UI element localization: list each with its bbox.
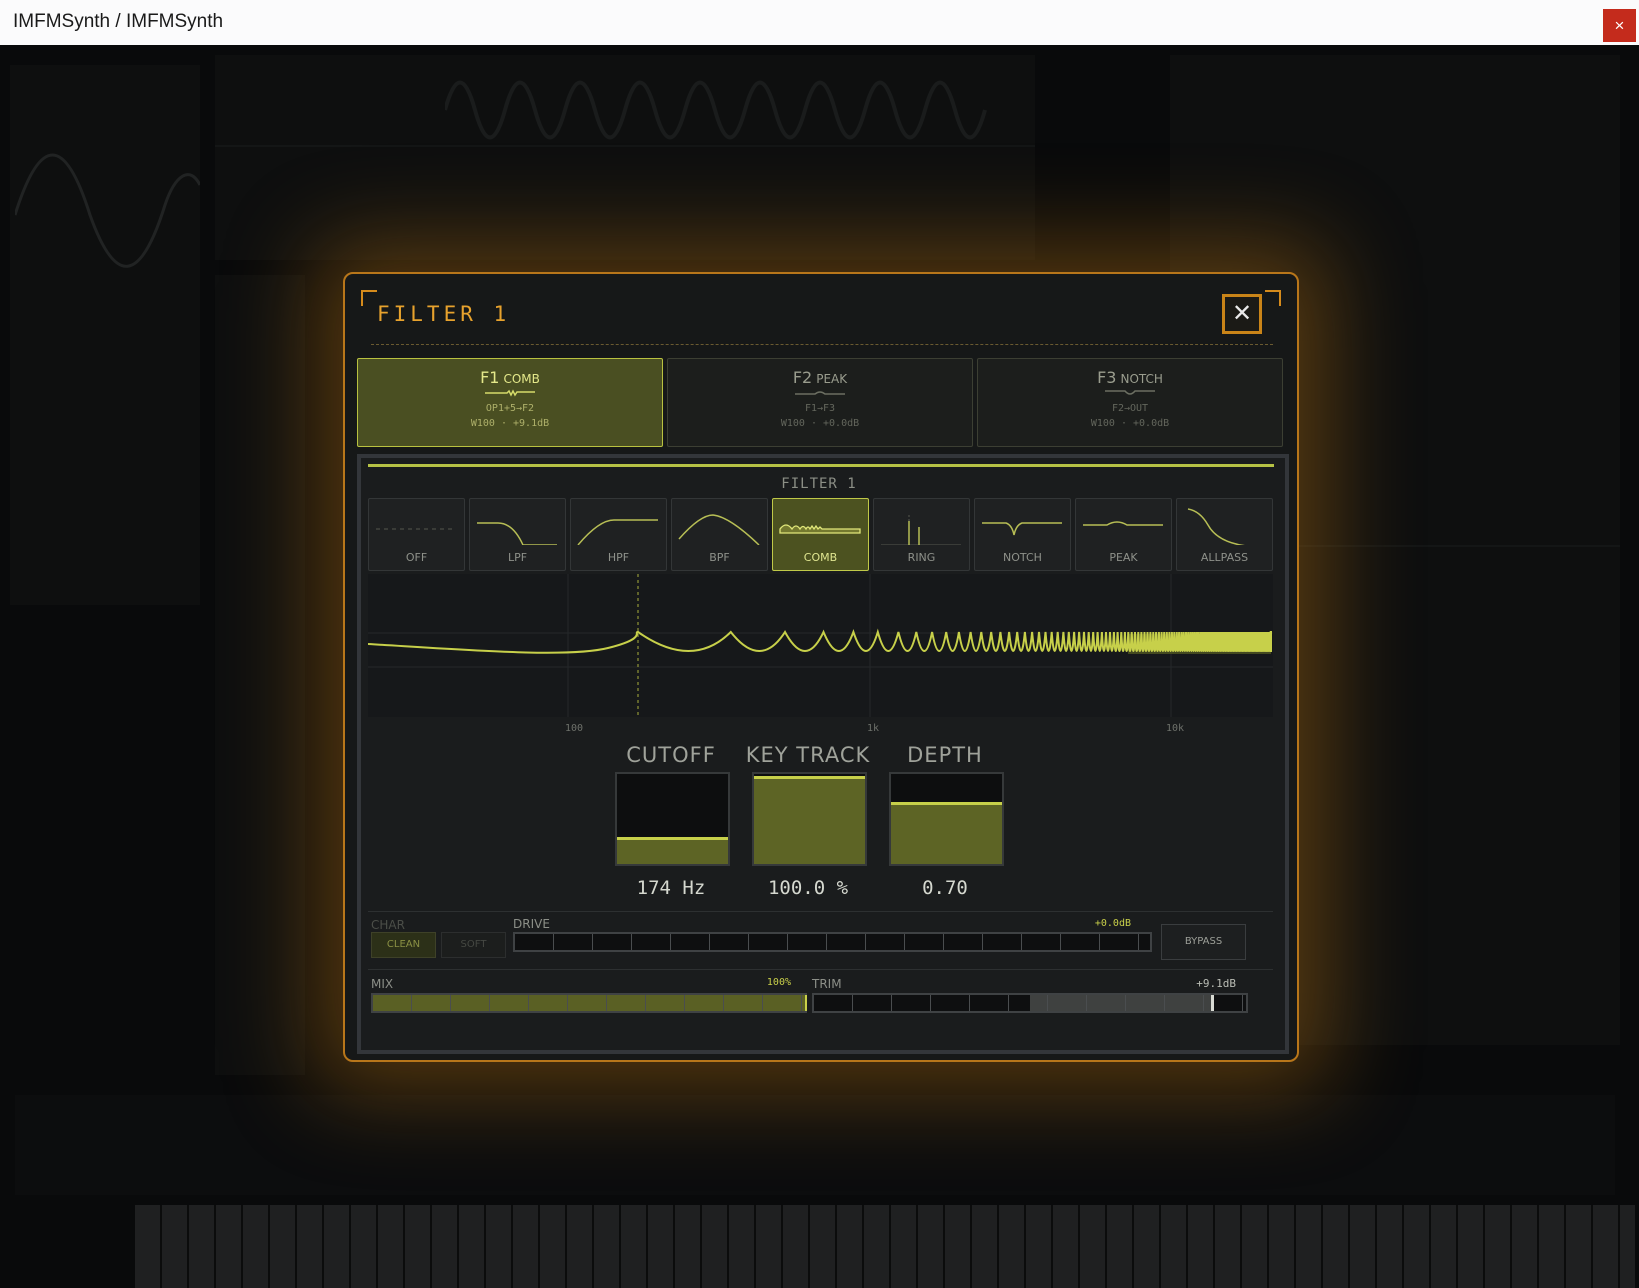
filter-type-allpass[interactable]: ALLPASS (1176, 498, 1273, 571)
freq-label-10k: 10k (1166, 723, 1185, 734)
tab-id: F3 (1097, 368, 1117, 387)
modal-close-button[interactable]: ✕ (1222, 294, 1262, 334)
freq-label-100: 100 (565, 723, 584, 734)
title-divider (371, 344, 1273, 345)
panel-title: FILTER 1 (781, 476, 857, 492)
trim-slider[interactable] (812, 993, 1248, 1013)
window-titlebar: IMFMSynth / IMFMSynth × (0, 0, 1639, 46)
highpass-icon (577, 519, 658, 545)
filter-type-lpf[interactable]: LPF (469, 498, 566, 571)
notch-mini-icon (1105, 390, 1155, 395)
char-soft-button[interactable]: SOFT (441, 932, 506, 958)
comb-mini-icon (485, 389, 535, 397)
panel-accent-line (368, 464, 1274, 467)
filter-type-bpf[interactable]: BPF (671, 498, 768, 571)
tab-info: W100 · +0.0dB (1090, 418, 1170, 429)
filter-type-label: NOTCH (1003, 551, 1042, 564)
cutoff-fill (617, 837, 728, 864)
lowpass-icon (477, 522, 557, 545)
frame-corner-tl (361, 290, 377, 306)
tab-id: F1 (480, 368, 500, 387)
tab-route: F1→F3 (804, 403, 836, 414)
window-close-button[interactable]: × (1603, 9, 1636, 42)
tab-f3[interactable]: F3 NOTCH F2→OUT W100 · +0.0dB (977, 358, 1283, 447)
frame-corner-tr (1265, 290, 1281, 306)
depth-fill (891, 802, 1002, 864)
key-track-label: KEY TRACK (745, 743, 871, 767)
key-track-fill (754, 776, 865, 864)
modal-title: FILTER 1 (377, 302, 511, 326)
mix-label: MIX (371, 977, 394, 991)
allpass-icon (1187, 508, 1246, 545)
filter-panel: FILTER 1 OFF LPF HPF BPF COMB RING NOTCH… (357, 454, 1289, 1054)
mix-slider[interactable] (371, 993, 807, 1013)
tab-info: W100 · +9.1dB (470, 418, 550, 429)
drive-label: DRIVE (513, 917, 550, 931)
drive-slider[interactable] (513, 932, 1152, 952)
notch-icon (982, 522, 1062, 536)
depth-value: 0.70 (922, 877, 968, 899)
depth-control[interactable] (889, 772, 1004, 866)
tab-id: F2 (792, 368, 813, 387)
freq-label-1k: 1k (867, 723, 880, 734)
filter-type-hpf[interactable]: HPF (570, 498, 667, 571)
tab-route: OP1+5→F2 (485, 403, 535, 414)
mix-value: 100% (766, 977, 791, 988)
tab-route: F2→OUT (1111, 403, 1149, 414)
filter-type-label: RING (907, 551, 936, 564)
filter-type-comb[interactable]: COMB (772, 498, 869, 571)
bandpass-icon (678, 514, 760, 545)
filter-type-label: PEAK (1109, 551, 1138, 564)
peak-mini-icon (795, 391, 845, 395)
filter-type-notch[interactable]: NOTCH (974, 498, 1071, 571)
section-divider (368, 969, 1273, 970)
filter-type-label: BPF (709, 551, 730, 564)
key-track-control[interactable] (752, 772, 867, 866)
response-curve (367, 574, 1273, 717)
cutoff-control[interactable] (615, 772, 730, 866)
filter-type-label: HPF (607, 551, 630, 564)
cutoff-value: 174 Hz (636, 877, 706, 899)
tab-f2[interactable]: F2 PEAK F1→F3 W100 · +0.0dB (667, 358, 973, 447)
filter-modal: FILTER 1 ✕ F1 COMB OP1+5→F2 W100 · +9.1dB… (343, 272, 1299, 1062)
filter-type-label: COMB (803, 551, 838, 564)
filter-type-label: LPF (507, 551, 528, 564)
key-track-value: 100.0 % (767, 877, 849, 899)
filter-type-peak[interactable]: PEAK (1075, 498, 1172, 571)
drive-value: +0.0dB (1094, 918, 1131, 929)
tab-info: W100 · +0.0dB (780, 418, 860, 429)
bypass-button[interactable]: BYPASS (1161, 924, 1246, 960)
frequency-response-graph[interactable] (367, 574, 1273, 717)
filter-type-off[interactable]: OFF (368, 498, 465, 571)
tab-type: COMB (503, 372, 540, 386)
cutoff-label: CUTOFF (626, 743, 716, 767)
depth-label: DEPTH (907, 743, 983, 767)
char-clean-button[interactable]: CLEAN (371, 932, 436, 958)
tab-f1[interactable]: F1 COMB OP1+5→F2 W100 · +9.1dB (357, 358, 663, 447)
filter-type-ring[interactable]: RING (873, 498, 970, 571)
comb-icon (779, 524, 861, 534)
off-icon (376, 528, 456, 530)
tab-type: NOTCH (1120, 372, 1163, 386)
window-title: IMFMSynth / IMFMSynth (13, 11, 224, 32)
ring-icon (881, 515, 961, 545)
section-divider (368, 911, 1273, 912)
tab-type: PEAK (816, 372, 848, 386)
filter-type-label: ALLPASS (1200, 551, 1249, 564)
trim-value: +9.1dB (1196, 977, 1236, 990)
trim-label: TRIM (812, 977, 842, 991)
filter-type-label: OFF (405, 551, 428, 564)
peak-icon (1083, 521, 1163, 526)
char-label: CHAR (371, 918, 405, 932)
